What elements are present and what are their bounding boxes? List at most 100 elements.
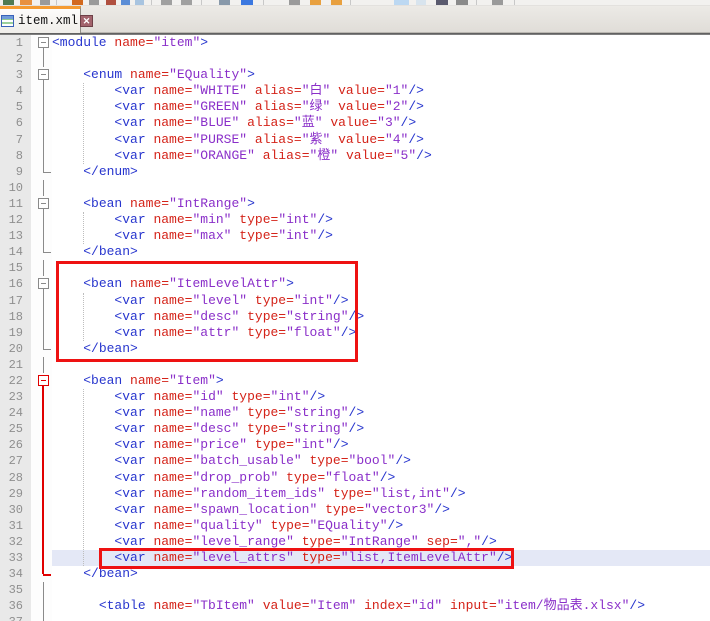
code-text[interactable]: <var name="random_item_ids" type="list,i… [52, 486, 710, 502]
toolbar-icon[interactable] [201, 0, 202, 5]
code-text[interactable]: <var name="id" type="int"/> [52, 389, 710, 405]
code-line: 11 <bean name="IntRange"> [0, 196, 710, 212]
code-text[interactable]: </bean> [52, 341, 710, 357]
code-text[interactable]: <var name="spawn_location" type="vector3… [52, 502, 710, 518]
code-text[interactable]: <var name="quality" type="EQuality"/> [52, 518, 710, 534]
code-line: 6 <var name="BLUE" alias="蓝" value="3"/> [0, 115, 710, 131]
line-number: 15 [0, 260, 31, 276]
fold-toggle-icon[interactable] [31, 196, 52, 212]
code-text[interactable]: <var name="ORANGE" alias="橙" value="5"/> [52, 148, 710, 164]
code-line: 2 [0, 51, 710, 67]
line-number: 2 [0, 51, 31, 67]
code-text[interactable]: <var name="price" type="int"/> [52, 437, 710, 453]
code-text[interactable]: <var name="name" type="string"/> [52, 405, 710, 421]
toolbar-icon[interactable] [436, 0, 448, 5]
fold-margin [31, 164, 52, 180]
code-text[interactable] [52, 180, 710, 196]
toolbar-icon[interactable] [56, 0, 57, 5]
tab-item-xml[interactable]: item.xml ✕ [0, 6, 81, 33]
code-text[interactable]: <bean name="ItemLevelAttr"> [52, 276, 710, 292]
code-text[interactable]: <var name="desc" type="string"/> [52, 309, 710, 325]
toolbar-icon[interactable] [263, 0, 264, 5]
toolbar-icon[interactable] [40, 0, 50, 5]
code-text[interactable] [52, 582, 710, 598]
fold-margin [31, 260, 52, 276]
code-text[interactable] [52, 260, 710, 276]
code-line: 10 [0, 180, 710, 196]
toolbar-icon[interactable] [72, 0, 83, 5]
code-text[interactable]: </enum> [52, 164, 710, 180]
toolbar-icon[interactable] [135, 0, 144, 5]
code-text[interactable]: <var name="batch_usable" type="bool"/> [52, 453, 710, 469]
code-text[interactable] [52, 614, 710, 621]
fold-margin [31, 180, 52, 196]
toolbar-icon[interactable] [331, 0, 342, 5]
code-text[interactable]: <var name="attr" type="float"/> [52, 325, 710, 341]
code-line: 19 <var name="attr" type="float"/> [0, 325, 710, 341]
toolbar-icon[interactable] [121, 0, 130, 5]
fold-margin [31, 325, 52, 341]
line-number: 1 [0, 35, 31, 51]
code-text[interactable]: <module name="item"> [52, 35, 710, 51]
code-text[interactable]: <var name="min" type="int"/> [52, 212, 710, 228]
code-text[interactable]: <var name="PURSE" alias="紫" value="4"/> [52, 132, 710, 148]
code-text[interactable]: <enum name="EQuality"> [52, 67, 710, 83]
toolbar-icon[interactable] [161, 0, 172, 5]
line-number: 6 [0, 115, 31, 131]
toolbar-icon[interactable] [492, 0, 503, 5]
line-number: 10 [0, 180, 31, 196]
line-number: 28 [0, 470, 31, 486]
code-text[interactable]: <var name="BLUE" alias="蓝" value="3"/> [52, 115, 710, 131]
toolbar-icon[interactable] [476, 0, 477, 5]
code-line: 32 <var name="level_range" type="IntRang… [0, 534, 710, 550]
indent-guide [83, 389, 84, 566]
fold-margin [31, 566, 52, 582]
fold-toggle-icon[interactable] [31, 373, 52, 389]
toolbar-icon[interactable] [3, 0, 14, 5]
toolbar-icon[interactable] [416, 0, 426, 5]
line-number: 26 [0, 437, 31, 453]
tab-bar: item.xml ✕ [0, 6, 710, 33]
line-number: 12 [0, 212, 31, 228]
toolbar-icon[interactable] [181, 0, 192, 5]
code-text[interactable]: <var name="level_range" type="IntRange" … [52, 534, 710, 550]
code-text[interactable]: <var name="GREEN" alias="绿" value="2"/> [52, 99, 710, 115]
tab-close-icon[interactable]: ✕ [80, 15, 93, 27]
code-text[interactable] [52, 357, 710, 373]
code-text[interactable]: </bean> [52, 566, 710, 582]
code-text[interactable]: <var name="max" type="int"/> [52, 228, 710, 244]
code-text[interactable]: <var name="WHITE" alias="白" value="1"/> [52, 83, 710, 99]
fold-toggle-icon[interactable] [31, 276, 52, 292]
code-text[interactable]: <bean name="IntRange"> [52, 196, 710, 212]
toolbar-icon[interactable] [394, 0, 409, 5]
toolbar-icon[interactable] [241, 0, 253, 5]
line-number: 22 [0, 373, 31, 389]
fold-toggle-icon[interactable] [31, 67, 52, 83]
toolbar-icon[interactable] [89, 0, 99, 5]
code-text[interactable]: <var name="drop_prob" type="float"/> [52, 470, 710, 486]
code-text[interactable]: <var name="desc" type="string"/> [52, 421, 710, 437]
line-number: 16 [0, 276, 31, 292]
toolbar-icon[interactable] [219, 0, 230, 5]
code-text[interactable] [52, 51, 710, 67]
toolbar-icon[interactable] [106, 0, 116, 5]
toolbar-icon[interactable] [20, 0, 32, 5]
code-text[interactable]: <var name="level_attrs" type="list,ItemL… [52, 550, 710, 566]
toolbar-icon[interactable] [310, 0, 321, 5]
toolbar-icon[interactable] [350, 0, 351, 5]
code-text[interactable]: <table name="TbItem" value="Item" index=… [52, 598, 710, 614]
toolbar-icon[interactable] [514, 0, 515, 5]
fold-toggle-icon[interactable] [31, 35, 52, 51]
line-number: 14 [0, 244, 31, 260]
code-line: 14 </bean> [0, 244, 710, 260]
code-editor[interactable]: 1<module name="item">23 <enum name="EQua… [0, 35, 710, 621]
code-text[interactable]: <bean name="Item"> [52, 373, 710, 389]
code-text[interactable]: <var name="level" type="int"/> [52, 293, 710, 309]
code-text[interactable]: </bean> [52, 244, 710, 260]
fold-margin [31, 244, 52, 260]
toolbar-icon[interactable] [289, 0, 300, 5]
line-number: 5 [0, 99, 31, 115]
line-number: 11 [0, 196, 31, 212]
toolbar-icon[interactable] [456, 0, 468, 5]
toolbar-icon[interactable] [151, 0, 152, 5]
